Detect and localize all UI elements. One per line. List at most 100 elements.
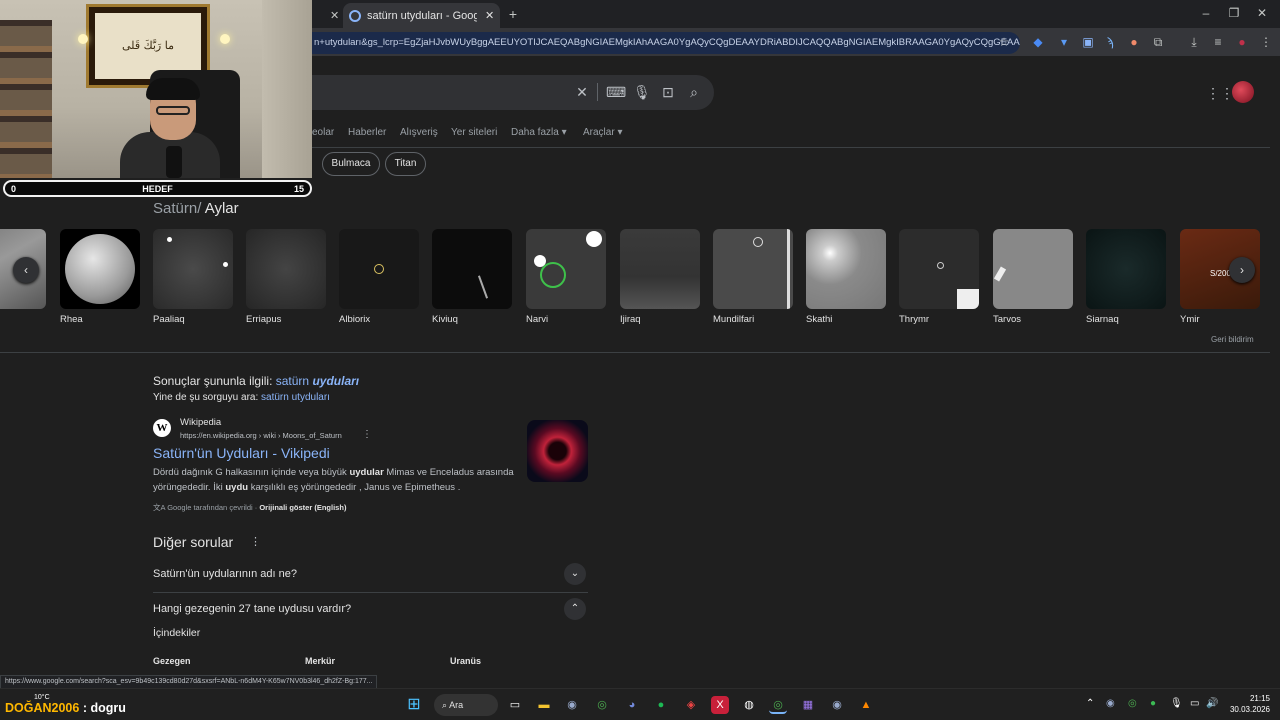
extensions-puzzle-icon[interactable]: ⧉ — [1150, 34, 1166, 50]
moon-image — [526, 229, 606, 309]
obs-icon[interactable]: ◍ — [740, 696, 758, 714]
result-more-icon[interactable]: ⋮ — [362, 429, 372, 440]
moon-label: Paaliaq — [153, 314, 185, 325]
file-explorer-icon[interactable]: ▬ — [535, 696, 553, 714]
moon-card-skathi[interactable]: Skathi — [806, 229, 886, 325]
weather-temp[interactable]: 10°C — [34, 694, 50, 701]
paa-question[interactable]: Satürn'ün uydularının adı ne? — [153, 568, 297, 580]
moon-card-rhea[interactable]: Rhea — [60, 229, 140, 325]
microphone-icon[interactable]: 🎙 — [633, 84, 651, 101]
moon-label: Narvi — [526, 314, 549, 325]
moon-card-siarnaq[interactable]: Siarnaq — [1086, 229, 1166, 325]
chrome-active-icon[interactable]: ◎ — [769, 696, 787, 714]
moon-card-erriapus[interactable]: Erriapus — [246, 229, 326, 325]
spell-prefix: Sonuçlar şununla ilgili: — [153, 374, 273, 388]
tray-chrome-icon[interactable]: ◎ — [1128, 698, 1137, 709]
tray-display-icon[interactable]: ▭ — [1190, 698, 1199, 709]
tray-mic-icon[interactable]: 🎙 — [1170, 698, 1183, 709]
brave-icon[interactable]: ◈ — [682, 696, 700, 714]
extension-icon[interactable]: ▣ — [1080, 34, 1096, 50]
extension-icon[interactable]: ϡ — [1102, 34, 1118, 50]
tab-news[interactable]: Haberler — [348, 127, 386, 138]
section-title-saturn[interactable]: Satürn — [153, 200, 197, 217]
streamer-name: DOĞAN2006 — [5, 701, 80, 715]
reading-list-icon[interactable]: ≡ — [1210, 34, 1226, 50]
restore-icon[interactable]: ❐ — [1226, 6, 1242, 20]
tray-chevron-icon[interactable]: ⌃ — [1086, 698, 1094, 709]
moon-card-ijiraq[interactable]: Ijiraq — [620, 229, 700, 325]
clear-search-icon[interactable]: ✕ — [574, 84, 590, 101]
chrome-icon[interactable]: ◎ — [593, 696, 611, 714]
tab-close-prev[interactable]: ✕ — [322, 3, 340, 28]
menu-kebab-icon[interactable]: ⋮ — [1258, 34, 1274, 50]
bookmark-star-icon[interactable]: ☆ — [996, 34, 1012, 50]
goal-label: HEDEF — [142, 184, 173, 194]
chevron-up-icon[interactable]: ⌃ — [564, 598, 586, 620]
moon-card-paaliaq[interactable]: Paaliaq — [153, 229, 233, 325]
account-avatar[interactable] — [1232, 81, 1254, 103]
moon-card-mundilfari[interactable]: Mundilfari — [713, 229, 793, 325]
chevron-down-icon[interactable]: ⌄ — [564, 563, 586, 585]
tab-tools[interactable]: Araçlar ▾ — [583, 127, 623, 138]
tray-status-icon[interactable]: ● — [1150, 698, 1156, 709]
discord-icon[interactable]: ◕ — [623, 696, 641, 714]
new-tab-button[interactable]: + — [505, 6, 521, 22]
tray-volume-icon[interactable]: 🔊 — [1206, 698, 1218, 709]
task-view-icon[interactable]: ▭ — [506, 696, 524, 714]
extension-icon[interactable]: ◆ — [1030, 34, 1046, 50]
paa-question[interactable]: Hangi gezegenin 27 tane uydusu vardır? — [153, 603, 351, 615]
app-grid-icon[interactable]: ▦ — [799, 696, 817, 714]
lens-camera-icon[interactable]: ⊡ — [660, 84, 676, 101]
result-title-link[interactable]: Satürn'ün Uyduları - Vikipedi — [153, 445, 330, 461]
minimize-icon[interactable]: – — [1198, 6, 1214, 20]
moon-image — [153, 229, 233, 309]
tab-google-search[interactable]: satürn utyduları - Google'da Ar ✕ — [343, 3, 500, 28]
keyboard-icon[interactable]: ⌨ — [606, 84, 626, 101]
profile-avatar[interactable]: ● — [1234, 34, 1250, 50]
app-x-icon[interactable]: X — [711, 696, 729, 714]
result-site-name[interactable]: Wikipedia — [180, 417, 221, 428]
spell-link[interactable]: satürn uyduları — [276, 374, 359, 388]
chip-titan[interactable]: Titan — [385, 152, 426, 176]
tab-videos[interactable]: eolar — [312, 127, 334, 138]
moon-card-thrymr[interactable]: Thrymr — [899, 229, 979, 325]
result-thumbnail[interactable] — [527, 420, 588, 482]
snippet-text: karşılıklı eş yörüngededir , Janus ve Ep… — [248, 482, 461, 493]
download-icon[interactable]: ⤓ — [1186, 34, 1202, 50]
spotify-icon[interactable]: ● — [652, 696, 670, 714]
search-icon[interactable]: ⌕ — [686, 84, 702, 101]
moon-label: Mundilfari — [713, 314, 755, 325]
steam-icon[interactable]: ◉ — [563, 696, 581, 714]
paa-more-icon[interactable]: ⋮ — [250, 535, 261, 548]
moon-card-narvi[interactable]: Narvi — [526, 229, 606, 325]
tab-shopping[interactable]: Alışveriş — [400, 127, 438, 138]
tab-web[interactable]: Yer siteleri — [451, 127, 497, 138]
spell-alt-link[interactable]: satürn utyduları — [261, 392, 330, 403]
carousel-next-button[interactable]: › — [1229, 257, 1255, 283]
close-window-icon[interactable]: ✕ — [1254, 6, 1270, 20]
taskbar-search[interactable]: ⌕ Ara — [434, 694, 498, 716]
show-original-link[interactable]: Orijinali göster (English) — [259, 503, 346, 512]
moon-card-kiviuq[interactable]: Kiviuq — [432, 229, 512, 325]
moon-card-tarvos[interactable]: Tarvos — [993, 229, 1073, 325]
extension-icon[interactable]: ● — [1126, 34, 1142, 50]
chip-puzzle[interactable]: Bulmaca — [322, 152, 380, 176]
section-title-moons: Aylar — [204, 200, 239, 217]
close-tab-icon[interactable]: ✕ — [330, 9, 339, 22]
steam-icon[interactable]: ◉ — [828, 696, 846, 714]
feedback-link[interactable]: Geri bildirim — [1211, 335, 1254, 344]
windows-start-icon[interactable]: ⊞ — [405, 696, 423, 714]
close-tab-icon[interactable]: ✕ — [485, 9, 494, 22]
moon-label: Ymir — [1180, 314, 1200, 325]
vlc-icon[interactable]: ▲ — [857, 696, 875, 714]
divider — [153, 592, 588, 593]
carousel-prev-button[interactable]: ‹ — [13, 257, 39, 283]
tab-more[interactable]: Daha fazla ▾ — [511, 127, 567, 138]
extension-icon[interactable]: ▾ — [1056, 34, 1072, 50]
taskbar-clock[interactable]: 21:15 30.03.2026 — [1226, 693, 1270, 715]
target-circle — [937, 262, 944, 269]
tray-steam-icon[interactable]: ◉ — [1106, 698, 1115, 709]
result-url[interactable]: https://en.wikipedia.org › wiki › Moons_… — [180, 431, 342, 440]
address-bar[interactable]: n+utyduları&gs_lcrp=EgZjaHJvbWUyBggAEEUY… — [300, 32, 1020, 54]
moon-card-albiorix[interactable]: Albiorix — [339, 229, 419, 325]
